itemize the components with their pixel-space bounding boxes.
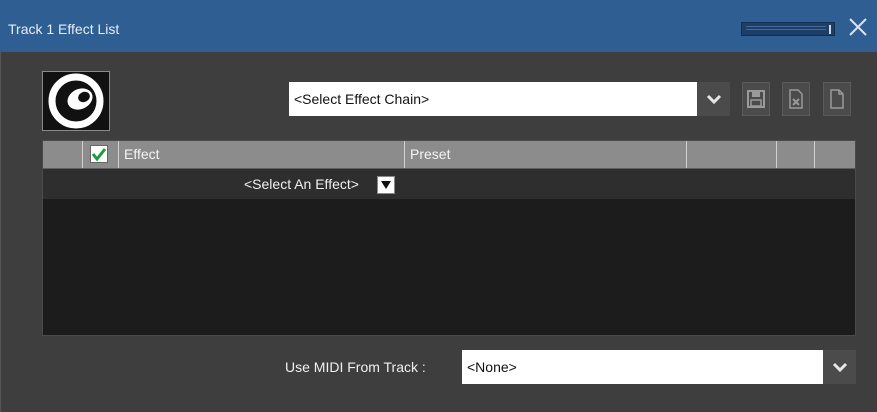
level-meter-icon bbox=[741, 22, 835, 36]
select-effect-dropdown-button[interactable] bbox=[377, 176, 395, 194]
close-button[interactable] bbox=[845, 14, 871, 40]
new-chain-button[interactable] bbox=[823, 82, 851, 116]
app-logo-icon bbox=[42, 71, 110, 131]
effect-list: Effect Preset <Select An Effect> bbox=[42, 140, 856, 336]
table-row: <Select An Effect> bbox=[43, 169, 855, 199]
window-title: Track 1 Effect List bbox=[8, 21, 120, 37]
enable-all-checkbox[interactable] bbox=[90, 145, 108, 163]
midi-track-label: Use MIDI From Track : bbox=[285, 359, 426, 375]
column-header-extra-2[interactable] bbox=[777, 141, 815, 168]
column-header-preset[interactable]: Preset bbox=[405, 141, 687, 168]
save-chain-button[interactable] bbox=[742, 82, 770, 116]
column-header-effect[interactable]: Effect bbox=[119, 141, 405, 168]
effect-chain-select[interactable]: <Select Effect Chain> bbox=[289, 82, 697, 116]
chevron-down-icon bbox=[832, 362, 847, 372]
delete-file-icon bbox=[789, 89, 803, 109]
column-header-extra-1[interactable] bbox=[687, 141, 777, 168]
chevron-down-icon bbox=[706, 94, 721, 104]
chevron-down-icon bbox=[381, 181, 391, 189]
header-enable-column bbox=[83, 141, 119, 168]
new-file-icon bbox=[830, 89, 844, 109]
column-header-extra-3[interactable] bbox=[815, 141, 855, 168]
title-bar: Track 1 Effect List bbox=[0, 0, 877, 52]
save-icon bbox=[747, 90, 765, 108]
select-effect-label[interactable]: <Select An Effect> bbox=[244, 174, 359, 194]
effect-chain-dropdown-button[interactable] bbox=[697, 82, 730, 116]
header-spacer bbox=[43, 141, 83, 168]
midi-track-dropdown-button[interactable] bbox=[823, 350, 856, 384]
effect-list-header: Effect Preset bbox=[43, 141, 855, 169]
delete-chain-button[interactable] bbox=[782, 82, 810, 116]
checkmark-icon bbox=[91, 148, 107, 162]
midi-track-select[interactable]: <None> bbox=[462, 350, 823, 384]
close-icon bbox=[849, 18, 867, 36]
